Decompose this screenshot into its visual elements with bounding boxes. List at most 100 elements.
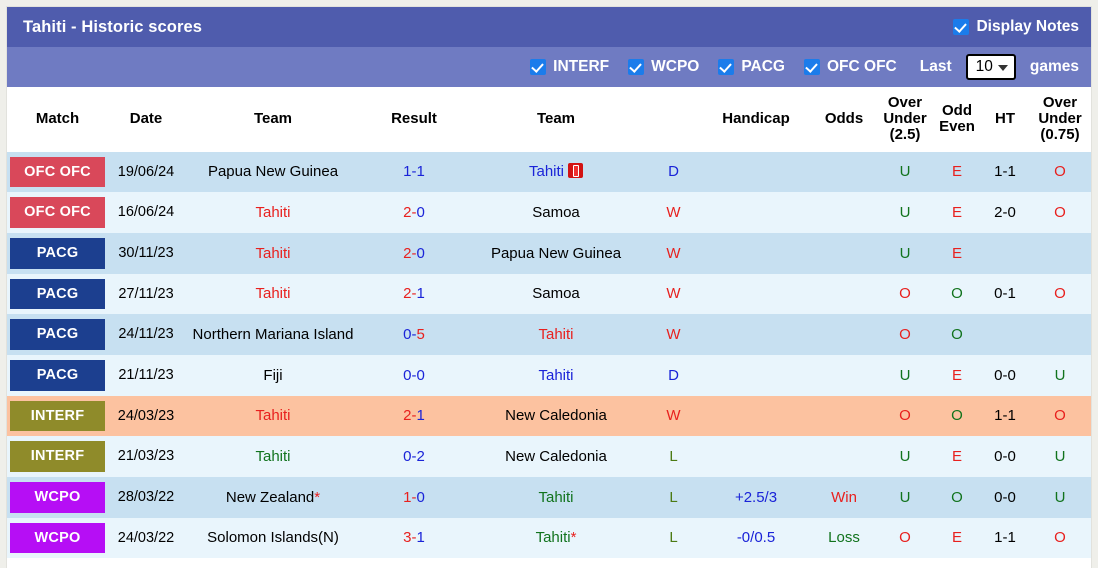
col-header-ht[interactable]: HT bbox=[981, 87, 1029, 152]
cell-result-score[interactable]: 2-0 bbox=[362, 192, 466, 233]
cell-home-team[interactable]: New Zealand* bbox=[184, 476, 362, 518]
cell-away-team[interactable]: Tahiti* bbox=[466, 517, 646, 559]
table-row[interactable]: INTERF 24/03/23 Tahiti 2-1 New Caledonia W O O 1… bbox=[7, 395, 1091, 437]
home-team-name: Tahiti bbox=[255, 407, 291, 425]
cell-match-league[interactable]: PACG bbox=[7, 273, 108, 315]
col-header-over-under-25[interactable]: Over Under (2.5) bbox=[877, 87, 933, 152]
league-badge[interactable]: PACG bbox=[10, 237, 105, 269]
filter-pacg[interactable]: PACG bbox=[718, 58, 785, 76]
league-badge[interactable]: PACG bbox=[10, 319, 105, 350]
col-header-home-team[interactable]: Team bbox=[184, 87, 362, 152]
col-header-over-under-075[interactable]: Over Under (0.75) bbox=[1029, 87, 1091, 152]
cell-home-team[interactable]: Fiji bbox=[184, 354, 362, 396]
cell-home-team[interactable]: Solomon Islands(N) bbox=[184, 517, 362, 559]
filter-wcpo-checkbox[interactable] bbox=[628, 59, 645, 75]
table-row[interactable]: OFC OFC 19/06/24 Papua New Guinea 1-1 Tahiti… bbox=[7, 151, 1091, 193]
cell-win-draw-loss: W bbox=[646, 232, 701, 274]
cell-home-team[interactable]: Papua New Guinea bbox=[184, 151, 362, 193]
cell-match-league[interactable]: OFC OFC bbox=[7, 192, 108, 233]
filter-ofc[interactable]: OFC OFC bbox=[804, 58, 897, 76]
table-row[interactable]: PACG 21/11/23 Fiji 0-0 Tahiti D U E 0-0 U bbox=[7, 354, 1091, 396]
last-games-value: 10 bbox=[975, 57, 993, 75]
cell-half-time: 1-1 bbox=[981, 151, 1029, 193]
col-header-date[interactable]: Date bbox=[108, 87, 184, 152]
cell-away-team[interactable]: Tahiti bbox=[466, 354, 646, 396]
cell-result-score[interactable]: 0-5 bbox=[362, 314, 466, 355]
cell-result-score[interactable]: 3-1 bbox=[362, 517, 466, 559]
cell-home-team[interactable]: Tahiti bbox=[184, 232, 362, 274]
cell-odd-even: O bbox=[933, 476, 981, 518]
table-row[interactable]: WCPO 28/03/22 New Zealand* 1-0 Tahiti L +2.5/3… bbox=[7, 476, 1091, 518]
display-notes-group[interactable]: Display Notes bbox=[953, 18, 1079, 36]
league-badge[interactable]: PACG bbox=[10, 278, 105, 310]
league-badge[interactable]: WCPO bbox=[10, 481, 105, 513]
cell-match-league[interactable]: PACG bbox=[7, 314, 108, 355]
league-badge[interactable]: OFC OFC bbox=[10, 197, 105, 228]
table-row[interactable]: INTERF 21/03/23 Tahiti 0-2 New Caledonia L U E 0… bbox=[7, 436, 1091, 477]
cell-half-time-value: 2-0 bbox=[994, 203, 1016, 221]
league-badge[interactable]: OFC OFC bbox=[10, 156, 105, 188]
home-team-name: Tahiti bbox=[255, 203, 291, 221]
cell-result-score[interactable]: 2-1 bbox=[362, 273, 466, 315]
score-home: 2 bbox=[403, 244, 412, 262]
cell-match-league[interactable]: WCPO bbox=[7, 517, 108, 559]
cell-match-league[interactable]: WCPO bbox=[7, 476, 108, 518]
table-row[interactable]: PACG 27/11/23 Tahiti 2-1 Samoa W O O 0-1 O bbox=[7, 273, 1091, 315]
summary-footer: Totally, 10 match(es) in total: 5 win(s)… bbox=[7, 558, 1091, 568]
away-team-name: Papua New Guinea bbox=[490, 244, 622, 262]
cell-away-team[interactable]: Samoa bbox=[466, 273, 646, 315]
cell-away-team[interactable]: Tahiti bbox=[466, 151, 646, 193]
cell-match-league[interactable]: INTERF bbox=[7, 436, 108, 477]
cell-win-draw-loss-value: D bbox=[668, 366, 679, 384]
cell-away-team[interactable]: Samoa bbox=[466, 192, 646, 233]
league-badge[interactable]: PACG bbox=[10, 359, 105, 391]
cell-result-score[interactable]: 1-0 bbox=[362, 476, 466, 518]
cell-home-team[interactable]: Northern Mariana Island bbox=[184, 314, 362, 355]
league-badge[interactable]: INTERF bbox=[10, 400, 105, 432]
cell-odds-value: Win bbox=[831, 488, 857, 506]
table-row[interactable]: PACG 30/11/23 Tahiti 2-0 Papua New Guinea W U E bbox=[7, 232, 1091, 274]
table-row[interactable]: PACG 24/11/23 Northern Mariana Island 0-5 Ta… bbox=[7, 314, 1091, 355]
filter-wcpo-label: WCPO bbox=[651, 58, 700, 75]
cell-result-score[interactable]: 0-2 bbox=[362, 436, 466, 477]
cell-match-league[interactable]: PACG bbox=[7, 354, 108, 396]
cell-half-time-value: 1-1 bbox=[994, 529, 1016, 547]
cell-result-score[interactable]: 1-1 bbox=[362, 151, 466, 193]
col-header-handicap[interactable]: Handicap bbox=[701, 87, 811, 152]
cell-over-under-25-value: U bbox=[899, 488, 911, 506]
cell-home-team[interactable]: Tahiti bbox=[184, 273, 362, 315]
league-badge[interactable]: WCPO bbox=[10, 522, 105, 554]
cell-handicap bbox=[701, 354, 811, 396]
cell-away-team[interactable]: New Caledonia bbox=[466, 436, 646, 477]
table-row[interactable]: WCPO 24/03/22 Solomon Islands(N) 3-1 Tahiti*… bbox=[7, 517, 1091, 559]
cell-away-team[interactable]: Papua New Guinea bbox=[466, 232, 646, 274]
col-header-away-team[interactable]: Team bbox=[466, 87, 646, 152]
display-notes-checkbox[interactable] bbox=[953, 19, 970, 35]
table-row[interactable]: OFC OFC 16/06/24 Tahiti 2-0 Samoa W U E 2-0 O bbox=[7, 192, 1091, 233]
col-header-odds[interactable]: Odds bbox=[811, 87, 877, 152]
cell-home-team[interactable]: Tahiti bbox=[184, 436, 362, 477]
filter-wcpo[interactable]: WCPO bbox=[628, 58, 699, 76]
cell-home-team[interactable]: Tahiti bbox=[184, 192, 362, 233]
cell-match-league[interactable]: OFC OFC bbox=[7, 151, 108, 193]
col-header-odd-even[interactable]: Odd Even bbox=[933, 87, 981, 152]
cell-away-team[interactable]: New Caledonia bbox=[466, 395, 646, 437]
col-header-result[interactable]: Result bbox=[362, 87, 466, 152]
filter-pacg-checkbox[interactable] bbox=[718, 59, 735, 75]
cell-home-team[interactable]: Tahiti bbox=[184, 395, 362, 437]
filter-interf[interactable]: INTERF bbox=[530, 58, 609, 76]
league-badge[interactable]: INTERF bbox=[10, 441, 105, 472]
col-header-match[interactable]: Match bbox=[7, 87, 108, 152]
cell-result-score[interactable]: 2-1 bbox=[362, 395, 466, 437]
cell-result-score[interactable]: 2-0 bbox=[362, 232, 466, 274]
filter-interf-checkbox[interactable] bbox=[530, 59, 547, 75]
cell-match-league[interactable]: INTERF bbox=[7, 395, 108, 437]
home-team-name: New Zealand bbox=[225, 488, 315, 506]
cell-result-score[interactable]: 0-0 bbox=[362, 354, 466, 396]
score-away: 0 bbox=[416, 366, 425, 384]
last-games-select[interactable]: 10 bbox=[965, 54, 1016, 80]
cell-away-team[interactable]: Tahiti bbox=[466, 314, 646, 355]
filter-ofc-checkbox[interactable] bbox=[804, 59, 820, 75]
cell-match-league[interactable]: PACG bbox=[7, 232, 108, 274]
cell-away-team[interactable]: Tahiti bbox=[466, 476, 646, 518]
